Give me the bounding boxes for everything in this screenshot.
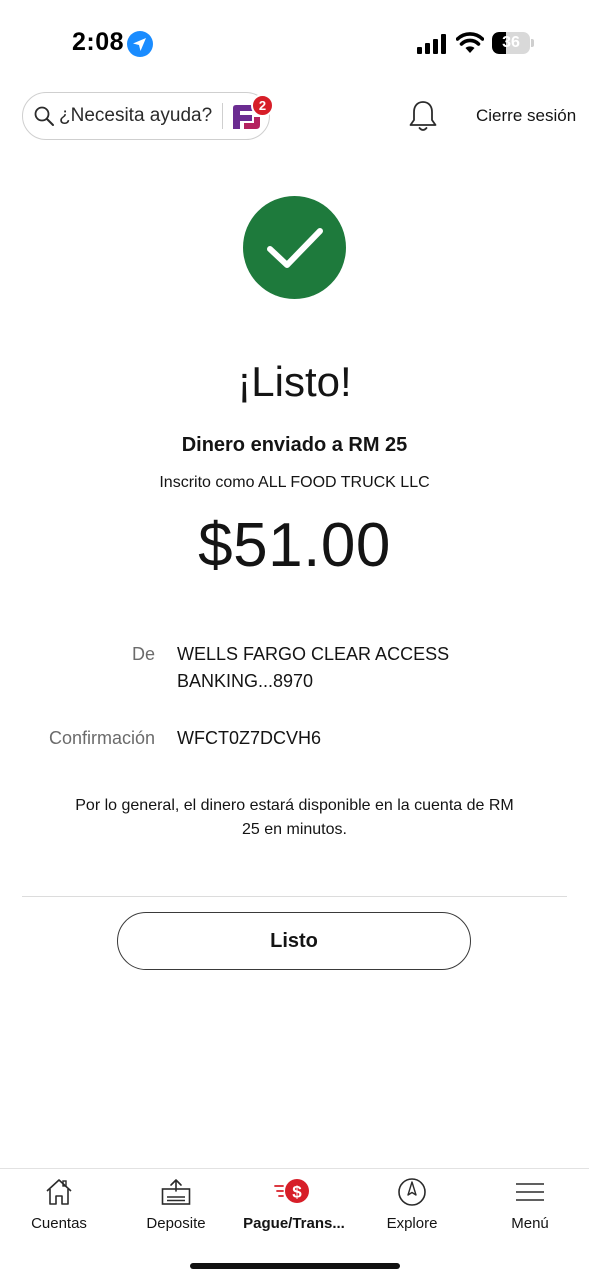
- availability-note: Por lo general, el dinero estará disponi…: [75, 797, 514, 838]
- from-label: De: [131, 644, 155, 664]
- nav-item-deposit[interactable]: Deposite: [117, 1169, 235, 1249]
- confirmation-label: Confirmación: [48, 728, 155, 748]
- success-check-icon: [243, 196, 346, 299]
- search-icon: [34, 106, 54, 126]
- wifi-icon: [456, 32, 484, 53]
- confirmation-code: WFCT0Z7DCVH6: [177, 728, 322, 748]
- battery-indicator: 36: [492, 32, 534, 54]
- battery-percent: 36: [502, 34, 520, 51]
- nav-item-explore[interactable]: Explore: [353, 1169, 471, 1249]
- home-indicator: [190, 1263, 400, 1269]
- home-icon: [46, 1179, 72, 1205]
- from-account-number: BANKING...8970: [177, 671, 314, 691]
- menu-icon: [516, 1183, 544, 1201]
- nav-item-pay-transfer[interactable]: $ Pague/Trans...: [235, 1169, 353, 1249]
- recipient-title: Dinero enviado a RM 25: [181, 434, 408, 456]
- done-button[interactable]: Listo: [117, 912, 471, 970]
- location-arrow-icon: [127, 31, 153, 57]
- notification-badge: 2: [251, 94, 274, 117]
- nav-label: Explore: [386, 1215, 438, 1232]
- success-headline: ¡Listo!: [237, 358, 352, 405]
- search-placeholder: ¿Necesita ayuda?: [59, 105, 213, 126]
- nav-item-menu[interactable]: Menú: [471, 1169, 589, 1249]
- section-divider: [22, 896, 567, 897]
- compass-icon: [398, 1178, 426, 1206]
- help-search-bar[interactable]: ¿Necesita ayuda? 2: [22, 92, 274, 140]
- nav-item-accounts[interactable]: Cuentas: [0, 1169, 118, 1249]
- from-account-name: WELLS FARGO CLEAR ACCESS: [177, 644, 450, 664]
- transfer-amount: $51.00: [198, 511, 391, 580]
- pill-divider: [222, 103, 223, 129]
- nav-label: Pague/Trans...: [243, 1215, 345, 1232]
- nav-label: Cuentas: [31, 1215, 87, 1232]
- nav-label: Menú: [511, 1215, 549, 1232]
- cellular-signal-icon: [417, 34, 446, 54]
- status-bar: 2:08 36: [0, 0, 589, 88]
- recipient-registered-name: Inscrito como ALL FOOD TRUCK LLC: [159, 474, 430, 491]
- deposit-icon: [161, 1179, 191, 1205]
- bell-icon[interactable]: [407, 99, 439, 133]
- nav-label: Deposite: [146, 1215, 206, 1232]
- logout-link[interactable]: Cierre sesión: [476, 106, 576, 126]
- status-time: 2:08: [72, 28, 125, 56]
- svg-text:$: $: [292, 1183, 302, 1202]
- pay-transfer-icon: $: [274, 1179, 309, 1203]
